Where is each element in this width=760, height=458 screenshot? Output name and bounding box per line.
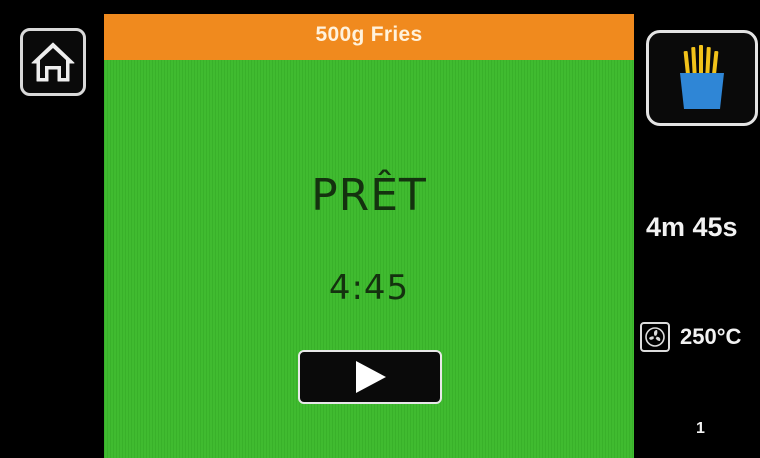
right-column: 4m 45s 250°C 1	[634, 0, 760, 458]
program-title: 500g Fries	[315, 23, 423, 46]
oven-screen: 500g Fries PRÊT 4:45 4m 45s 250°C 1	[0, 0, 760, 458]
timer-display: 4:45	[328, 268, 410, 308]
fries-icon	[680, 45, 724, 109]
program-icon-button[interactable]	[646, 30, 758, 126]
left-column	[0, 0, 104, 458]
level-value: 1	[696, 420, 705, 437]
home-icon	[31, 42, 75, 82]
status-label: PRÊT	[311, 170, 427, 221]
temperature-value: 250°C	[680, 324, 742, 349]
fan-icon	[640, 322, 670, 352]
start-button[interactable]	[298, 350, 442, 404]
status-panel: 500g Fries PRÊT 4:45	[104, 14, 634, 458]
program-header: 500g Fries	[104, 14, 634, 60]
cook-time-value: 4m 45s	[646, 212, 738, 242]
home-button[interactable]	[20, 28, 86, 96]
play-icon	[356, 361, 386, 393]
